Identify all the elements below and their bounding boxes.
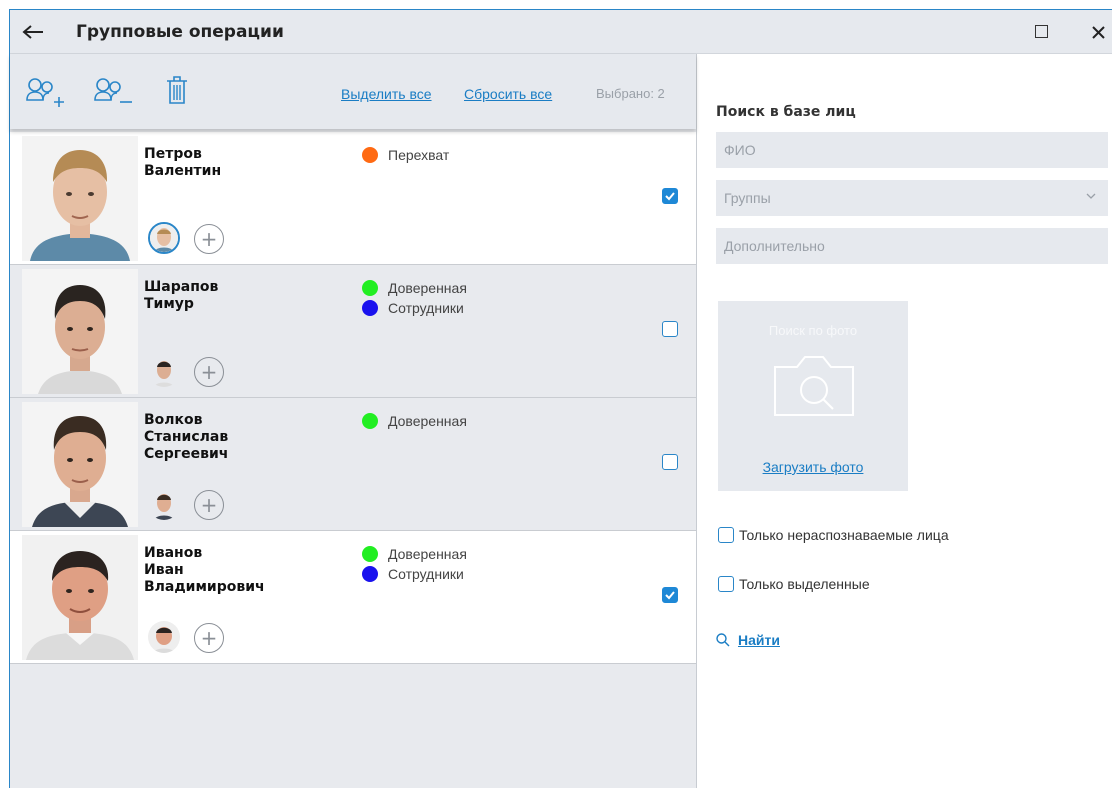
only-selected-label: Только выделенные xyxy=(739,576,870,592)
group-color-dot xyxy=(362,566,378,582)
face-search-panel: Поиск в базе лиц Группы Поиск по фото За… xyxy=(698,54,1112,788)
group-tag: Доверенная xyxy=(362,544,467,564)
only-unrecognized-checkbox[interactable]: Только нераспознаваемые лица xyxy=(718,527,949,543)
extra-field[interactable] xyxy=(716,228,1108,264)
add-face-button[interactable]: + xyxy=(194,357,224,387)
group-color-dot xyxy=(362,546,378,562)
group-color-dot xyxy=(362,280,378,296)
face-thumbnail[interactable] xyxy=(148,621,180,653)
group-tag: Сотрудники xyxy=(362,564,467,584)
group-tag: Сотрудники xyxy=(362,298,467,318)
person-groups: Доверенная Сотрудники xyxy=(362,544,467,584)
extra-input[interactable] xyxy=(724,238,1108,254)
groups-select[interactable]: Группы xyxy=(716,180,1108,216)
reset-all-link[interactable]: Сбросить все xyxy=(464,86,552,102)
face-thumbnail[interactable] xyxy=(148,488,180,520)
row-checkbox[interactable] xyxy=(662,188,678,204)
fio-input[interactable] xyxy=(724,142,1108,158)
toolbar: Выделить все Сбросить все Выбрано: 2 xyxy=(10,54,696,129)
person-groups: Доверенная xyxy=(362,411,467,431)
checkbox-box[interactable] xyxy=(718,576,734,592)
maximize-button[interactable] xyxy=(1035,25,1048,38)
photo-search-box[interactable]: Поиск по фото Загрузить фото xyxy=(718,301,908,491)
group-color-dot xyxy=(362,413,378,429)
chevron-down-icon xyxy=(1086,193,1096,199)
add-face-button[interactable]: + xyxy=(194,623,224,653)
person-name: Волков Станислав Сергеевич xyxy=(144,412,229,462)
camera-search-icon xyxy=(774,356,854,416)
title-bar: Групповые операции xyxy=(10,10,1112,54)
remove-person-icon xyxy=(94,78,132,103)
group-tag: Доверенная xyxy=(362,278,467,298)
person-name: Иванов Иван Владимирович xyxy=(144,545,265,595)
face-thumbnail[interactable] xyxy=(148,222,180,254)
back-button[interactable] xyxy=(18,18,48,46)
group-color-dot xyxy=(362,147,378,163)
person-groups: Доверенная Сотрудники xyxy=(362,278,467,318)
add-face-button[interactable]: + xyxy=(194,490,224,520)
person-photo xyxy=(22,269,138,394)
close-button[interactable] xyxy=(1086,18,1110,46)
person-row[interactable]: Волков Станислав Сергеевич Доверенная + xyxy=(10,398,696,531)
group-color-dot xyxy=(362,300,378,316)
add-person-icon xyxy=(26,78,64,107)
search-title: Поиск в базе лиц xyxy=(716,104,856,120)
close-icon xyxy=(1091,25,1105,39)
only-selected-checkbox[interactable]: Только выделенные xyxy=(718,576,870,592)
trash-icon xyxy=(167,76,187,104)
only-unrecognized-label: Только нераспознаваемые лица xyxy=(739,527,949,543)
add-face-button[interactable]: + xyxy=(194,224,224,254)
delete-button[interactable] xyxy=(166,76,188,110)
person-row[interactable]: Иванов Иван Владимирович Доверенная Сотр… xyxy=(10,531,696,664)
persons-list: Петров Валентин Перехват + Шарапов Тимур… xyxy=(10,132,696,664)
photo-search-label: Поиск по фото xyxy=(768,323,858,338)
person-photo xyxy=(22,136,138,261)
groups-placeholder: Группы xyxy=(724,190,771,206)
upload-photo-link[interactable]: Загрузить фото xyxy=(763,459,864,475)
checkbox-box[interactable] xyxy=(718,527,734,543)
person-photo xyxy=(22,535,138,660)
person-row[interactable]: Петров Валентин Перехват + xyxy=(10,132,696,265)
person-name: Петров Валентин xyxy=(144,146,222,179)
row-checkbox[interactable] xyxy=(662,587,678,603)
find-button[interactable]: Найти xyxy=(716,632,780,648)
fio-field[interactable] xyxy=(716,132,1108,168)
face-thumbnail[interactable] xyxy=(148,355,180,387)
checkmark-icon xyxy=(665,192,675,201)
arrow-left-icon xyxy=(22,25,43,39)
person-name: Шарапов Тимур xyxy=(144,279,219,312)
row-checkbox[interactable] xyxy=(662,454,678,470)
persons-pane: Выделить все Сбросить все Выбрано: 2 Пет… xyxy=(10,54,697,788)
select-all-link[interactable]: Выделить все xyxy=(341,86,432,102)
person-groups: Перехват xyxy=(362,145,449,165)
add-person-button[interactable] xyxy=(26,76,66,112)
group-tag: Доверенная xyxy=(362,411,467,431)
remove-person-button[interactable] xyxy=(94,76,134,112)
group-tag: Перехват xyxy=(362,145,449,165)
find-label: Найти xyxy=(738,632,780,648)
person-photo xyxy=(22,402,138,527)
checkmark-icon xyxy=(665,591,675,600)
group-operations-window: Групповые операции Выделить все Сбросить… xyxy=(9,9,1112,788)
person-row[interactable]: Шарапов Тимур Доверенная Сотрудники + xyxy=(10,265,696,398)
window-title: Групповые операции xyxy=(76,22,284,42)
selected-count: Выбрано: 2 xyxy=(596,86,665,101)
search-icon xyxy=(716,633,730,647)
row-checkbox[interactable] xyxy=(662,321,678,337)
